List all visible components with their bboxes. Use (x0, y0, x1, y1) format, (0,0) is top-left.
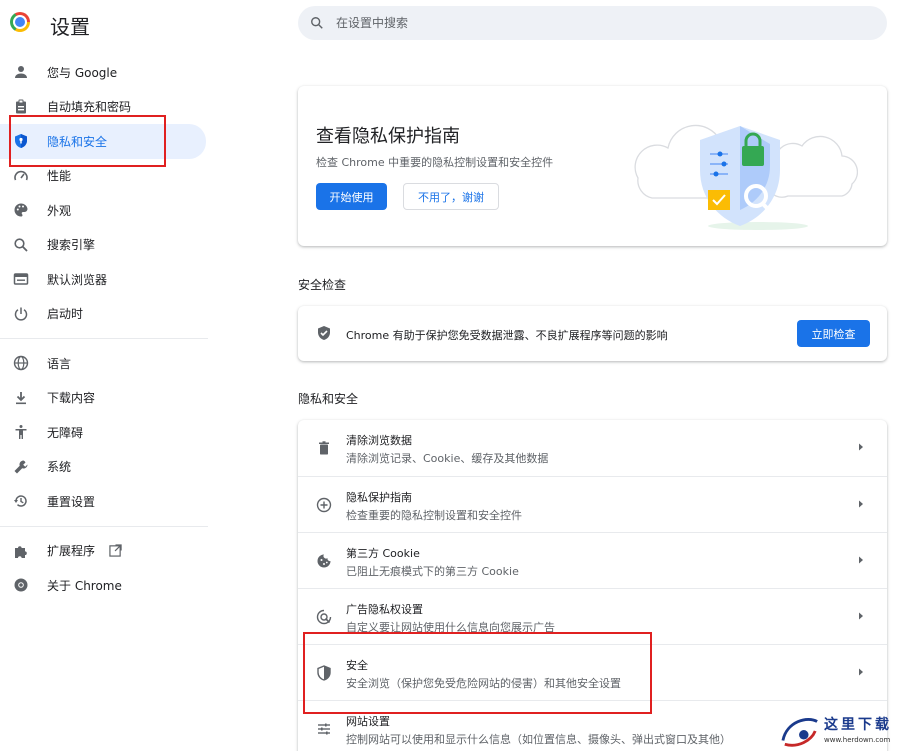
row-title: 隐私保护指南 (346, 491, 412, 504)
no-thanks-button[interactable]: 不用了，谢谢 (403, 183, 499, 210)
sidebar-item-default-browser[interactable]: 默认浏览器 (0, 262, 210, 297)
sidebar-item-label: 您与 Google (47, 65, 118, 80)
sidebar-item-label: 自动填充和密码 (47, 100, 132, 115)
row-subtitle: 自定义要让网站使用什么信息向您展示广告 (346, 621, 555, 634)
power-icon (13, 306, 29, 322)
row-clear-browsing-data[interactable]: 清除浏览数据 清除浏览记录、Cookie、缓存及其他数据 (298, 420, 887, 476)
privacy-guide-illustration-icon (634, 124, 858, 230)
sidebar-item-label: 下载内容 (47, 391, 96, 406)
palette-icon (13, 202, 29, 218)
sidebar-item-label: 隐私和安全 (47, 134, 108, 149)
sidebar-item-autofill[interactable]: 自动填充和密码 (0, 90, 210, 125)
row-subtitle: 已阻止无痕模式下的第三方 Cookie (346, 565, 519, 578)
privacy-guide-promo-card: 查看隐私保护指南 检查 Chrome 中重要的隐私控制设置和安全控件 开始使用 … (298, 86, 887, 246)
row-title: 安全 (346, 659, 368, 672)
row-title: 清除浏览数据 (346, 434, 412, 447)
sidebar-item-accessibility[interactable]: 无障碍 (0, 415, 210, 450)
safety-check-card: Chrome 有助于保护您免受数据泄露、不良扩展程序等问题的影响 立即检查 (298, 306, 887, 361)
trash-icon (319, 441, 329, 455)
sidebar-item-downloads[interactable]: 下载内容 (0, 381, 210, 416)
watermark-logo-icon (781, 717, 818, 747)
sidebar-item-extensions[interactable]: 扩展程序 (0, 534, 210, 569)
row-subtitle: 安全浏览（保护您免受危险网站的侵害）和其他安全设置 (346, 677, 621, 690)
search-bar[interactable] (298, 6, 887, 40)
row-title: 网站设置 (346, 715, 390, 728)
row-subtitle: 控制网站可以使用和显示什么信息（如位置信息、摄像头、弹出式窗口及其他） (346, 733, 731, 746)
row-subtitle: 清除浏览记录、Cookie、缓存及其他数据 (346, 452, 549, 465)
sidebar-item-label: 启动时 (47, 307, 84, 322)
ad-privacy-icon (316, 609, 332, 625)
row-title: 广告隐私权设置 (346, 603, 423, 616)
accessibility-icon (13, 424, 29, 440)
sidebar-item-label: 重置设置 (47, 494, 96, 509)
sidebar-divider (0, 525, 208, 527)
safety-check-section-title: 安全检查 (298, 278, 347, 292)
sidebar-item-languages[interactable]: 语言 (0, 346, 210, 381)
browser-icon (13, 271, 29, 287)
puzzle-icon (13, 543, 29, 559)
speedometer-icon (13, 168, 29, 184)
sidebar-item-about-chrome[interactable]: 关于 Chrome (0, 568, 210, 603)
shield-icon (13, 133, 29, 149)
chevron-right-icon (859, 443, 863, 451)
sidebar-item-label: 搜索引擎 (47, 238, 96, 253)
row-title: 第三方 Cookie (346, 547, 420, 560)
sidebar-item-label: 无障碍 (47, 425, 84, 440)
page-title: 设置 (50, 15, 90, 39)
sidebar-item-label: 扩展程序 (47, 544, 96, 559)
person-icon (13, 64, 29, 80)
watermark: 这里下载 www.herdown.com (776, 710, 904, 751)
cookie-icon (317, 554, 331, 568)
sidebar-item-label: 默认浏览器 (47, 272, 108, 287)
sidebar-item-search-engine[interactable]: 搜索引擎 (0, 228, 210, 263)
privacy-section-title: 隐私和安全 (298, 392, 359, 406)
search-input[interactable] (336, 16, 836, 30)
check-now-button[interactable]: 立即检查 (797, 320, 870, 347)
sidebar: 您与 Google 自动填充和密码 隐私和安全 性能 外观 搜索引擎 默认浏览器… (0, 55, 210, 603)
open-in-new-icon (109, 544, 122, 557)
sidebar-item-system[interactable]: 系统 (0, 450, 210, 485)
search-icon (311, 17, 323, 29)
sidebar-item-label: 系统 (47, 460, 72, 475)
sidebar-item-label: 关于 Chrome (47, 578, 122, 593)
wrench-icon (13, 459, 29, 475)
watermark-text: 这里下载 (824, 717, 892, 733)
chevron-right-icon (859, 556, 863, 564)
row-subtitle: 检查重要的隐私控制设置和安全控件 (346, 509, 522, 522)
download-icon (13, 390, 29, 406)
sidebar-item-you-and-google[interactable]: 您与 Google (0, 55, 210, 90)
safety-check-shield-icon (318, 326, 330, 340)
globe-icon (13, 355, 29, 371)
sliders-icon (318, 723, 330, 735)
chevron-right-icon (859, 668, 863, 676)
compass-plus-icon (316, 497, 332, 513)
chevron-right-icon (859, 612, 863, 620)
sidebar-item-label: 性能 (47, 169, 72, 184)
sidebar-item-performance[interactable]: 性能 (0, 159, 210, 194)
sidebar-item-label: 语言 (47, 356, 72, 371)
start-button[interactable]: 开始使用 (316, 183, 387, 210)
row-ad-privacy[interactable]: 广告隐私权设置 自定义要让网站使用什么信息向您展示广告 (298, 588, 887, 644)
sidebar-item-appearance[interactable]: 外观 (0, 193, 210, 228)
clipboard-icon (13, 99, 29, 115)
chevron-right-icon (859, 500, 863, 508)
sidebar-item-privacy-security[interactable]: 隐私和安全 (0, 124, 206, 159)
chrome-icon (13, 577, 29, 593)
sidebar-item-reset-settings[interactable]: 重置设置 (0, 484, 210, 519)
history-icon (13, 493, 29, 509)
security-shield-icon (317, 665, 331, 681)
row-privacy-guide[interactable]: 隐私保护指南 检查重要的隐私控制设置和安全控件 (298, 476, 887, 532)
row-security[interactable]: 安全 安全浏览（保护您免受危险网站的侵害）和其他安全设置 (298, 644, 887, 700)
chrome-logo-icon (10, 12, 30, 32)
sidebar-item-label: 外观 (47, 203, 72, 218)
sidebar-item-on-startup[interactable]: 启动时 (0, 297, 210, 332)
promo-subtitle: 检查 Chrome 中重要的隐私控制设置和安全控件 (316, 156, 554, 169)
row-third-party-cookies[interactable]: 第三方 Cookie 已阻止无痕模式下的第三方 Cookie (298, 532, 887, 588)
privacy-settings-list: 清除浏览数据 清除浏览记录、Cookie、缓存及其他数据 隐私保护指南 检查重要… (298, 420, 887, 751)
safety-check-description: Chrome 有助于保护您免受数据泄露、不良扩展程序等问题的影响 (346, 329, 668, 342)
watermark-url: www.herdown.com (824, 736, 891, 744)
promo-title: 查看隐私保护指南 (316, 126, 460, 147)
search-icon (13, 237, 29, 253)
sidebar-divider (0, 338, 208, 339)
